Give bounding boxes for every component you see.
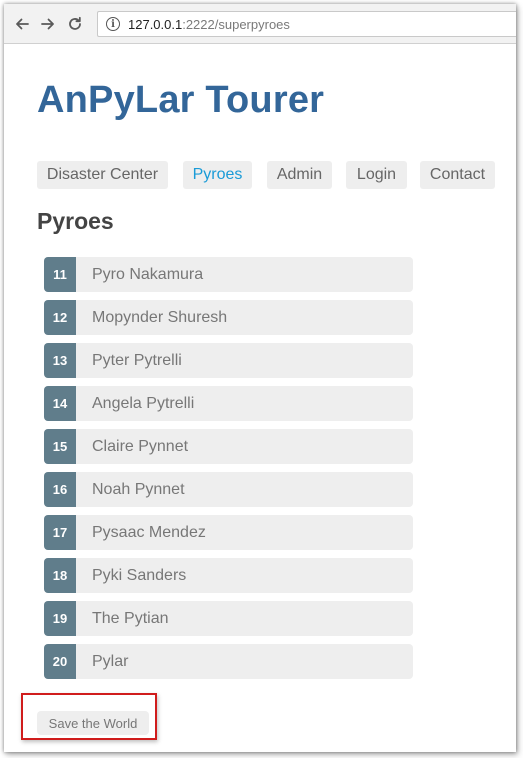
save-the-world-button[interactable]: Save the World xyxy=(37,711,149,735)
hero-id-badge: 15 xyxy=(44,429,76,464)
page-content: AnPyLar Tourer Disaster Center Pyroes Ad… xyxy=(4,45,516,752)
hero-item[interactable]: 16 Noah Pynnet xyxy=(44,472,414,507)
forward-arrow-icon[interactable] xyxy=(37,13,59,35)
hero-id-badge: 18 xyxy=(44,558,76,593)
hero-item[interactable]: 11 Pyro Nakamura xyxy=(44,257,414,292)
hero-id-badge: 20 xyxy=(44,644,76,679)
url-path: :2222/superpyroes xyxy=(182,16,290,32)
nav-admin[interactable]: Admin xyxy=(267,161,332,189)
hero-id-badge: 12 xyxy=(44,300,76,335)
browser-window: i 127.0.0.1:2222/superpyroes AnPyLar Tou… xyxy=(4,4,516,752)
url-host: 127.0.0.1 xyxy=(128,16,183,32)
url-text: 127.0.0.1:2222/superpyroes xyxy=(128,17,290,32)
hero-name: Angela Pytrelli xyxy=(92,395,195,412)
nav-pyroes[interactable]: Pyroes xyxy=(183,161,252,189)
hero-name: Mopynder Shuresh xyxy=(92,309,228,326)
info-icon[interactable]: i xyxy=(106,17,120,31)
hero-id-badge: 16 xyxy=(44,472,76,507)
hero-id-badge: 19 xyxy=(44,601,76,636)
hero-item[interactable]: 17 Pysaac Mendez xyxy=(44,515,414,550)
hero-id-badge: 14 xyxy=(44,386,76,421)
hero-name: Pyter Pytrelli xyxy=(92,352,182,369)
hero-name: Pyro Nakamura xyxy=(92,266,204,283)
hero-item[interactable]: 15 Claire Pynnet xyxy=(44,429,414,464)
hero-name: Pyki Sanders xyxy=(92,567,187,584)
hero-item[interactable]: 14 Angela Pytrelli xyxy=(44,386,414,421)
hero-name: Claire Pynnet xyxy=(92,438,189,455)
hero-id-badge: 11 xyxy=(44,257,76,292)
hero-name: Pysaac Mendez xyxy=(92,524,206,541)
hero-item[interactable]: 13 Pyter Pytrelli xyxy=(44,343,414,378)
address-bar[interactable]: i 127.0.0.1:2222/superpyroes xyxy=(97,11,516,37)
browser-toolbar: i 127.0.0.1:2222/superpyroes xyxy=(4,4,516,44)
reload-icon[interactable] xyxy=(64,13,86,35)
hero-item[interactable]: 19 The Pytian xyxy=(44,601,414,636)
app-title: AnPyLar Tourer xyxy=(37,79,325,121)
hero-item[interactable]: 18 Pyki Sanders xyxy=(44,558,414,593)
nav-login[interactable]: Login xyxy=(346,161,407,189)
nav-disaster-center[interactable]: Disaster Center xyxy=(37,161,168,189)
hero-item[interactable]: 12 Mopynder Shuresh xyxy=(44,300,414,335)
section-title: Pyroes xyxy=(37,208,114,234)
hero-id-badge: 17 xyxy=(44,515,76,550)
hero-name: Pylar xyxy=(92,653,129,670)
hero-name: Noah Pynnet xyxy=(92,481,185,498)
hero-item[interactable]: 20 Pylar xyxy=(44,644,414,679)
hero-id-badge: 13 xyxy=(44,343,76,378)
nav-contact[interactable]: Contact xyxy=(420,161,495,189)
hero-name: The Pytian xyxy=(92,610,169,627)
back-arrow-icon[interactable] xyxy=(11,13,33,35)
